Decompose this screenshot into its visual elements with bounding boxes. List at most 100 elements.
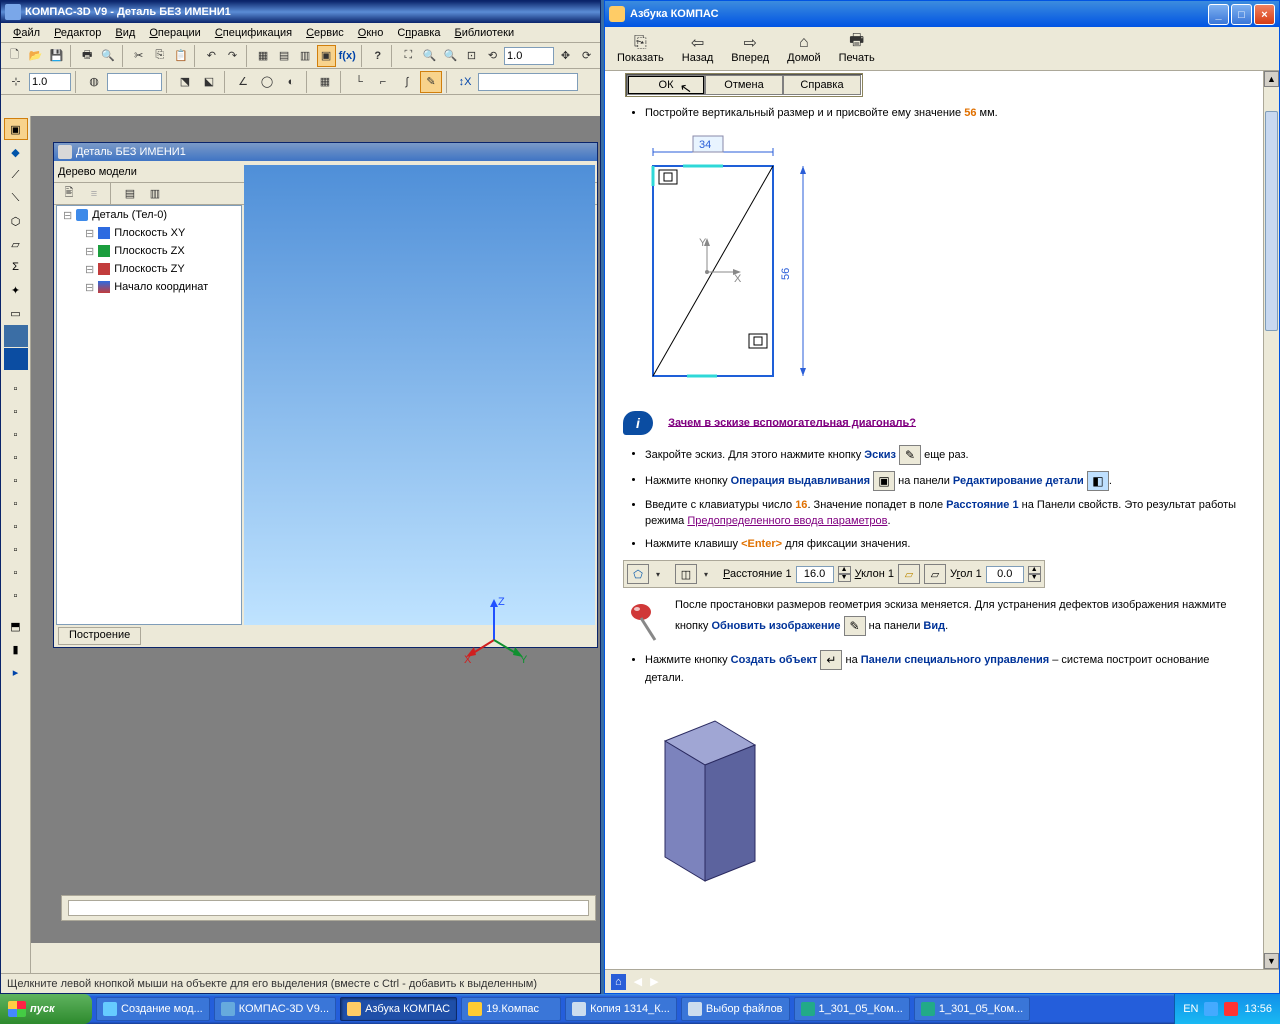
redo-icon[interactable]: ↷ (223, 45, 242, 67)
l-icon[interactable] (4, 348, 28, 370)
dropdown-icon[interactable]: ▾ (653, 570, 663, 579)
scroll-thumb[interactable] (1265, 111, 1278, 331)
tool-icon[interactable]: ▤ (275, 45, 294, 67)
menu-окно[interactable]: Окно (352, 25, 390, 41)
dropdown-icon[interactable]: ▾ (701, 570, 711, 579)
fwd-icon[interactable]: ▶ (650, 975, 658, 988)
l-icon[interactable]: ▫ (4, 447, 28, 469)
taskbar-item[interactable]: КОМПАС-3D V9... (214, 997, 336, 1021)
l-icon[interactable]: ▫ (4, 585, 28, 607)
zoom-fit-icon[interactable]: ⛶ (399, 45, 418, 67)
l-icon[interactable]: ▫ (4, 401, 28, 423)
whatsthis-icon[interactable]: ? (368, 45, 387, 67)
snap-icon[interactable]: ⊹ (5, 71, 27, 93)
grid-icon[interactable]: ▦ (314, 71, 336, 93)
layer-input[interactable] (107, 73, 162, 91)
link-predefined[interactable]: Предопределенного ввода параметров (687, 515, 887, 527)
tree-node[interactable]: ⊟ Плоскость ZX (57, 242, 241, 260)
aux-icon[interactable]: ◐ (280, 71, 302, 93)
menu-редактор[interactable]: Редактор (48, 25, 107, 41)
taskbar-item[interactable]: Копия 1314_К... (565, 997, 677, 1021)
zoom-prev-icon[interactable]: ⟲ (483, 45, 502, 67)
spinner[interactable]: ▲▼ (838, 566, 851, 582)
viewport-3d[interactable]: Z X Y (244, 165, 595, 625)
start-button[interactable]: пуск (0, 994, 92, 1024)
menu-сервис[interactable]: Сервис (300, 25, 350, 41)
cut-icon[interactable]: ✂ (129, 45, 148, 67)
back-icon[interactable]: ◀ (634, 975, 642, 988)
save-icon[interactable]: 💾 (47, 45, 66, 67)
l-icon[interactable]: ▫ (4, 493, 28, 515)
taskbar-item[interactable]: Выбор файлов (681, 997, 790, 1021)
tray-icon[interactable] (1204, 1002, 1218, 1016)
aux-icon[interactable]: ⬕ (198, 71, 220, 93)
copy-icon[interactable]: ⎘ (150, 45, 169, 67)
l-icon[interactable]: ⬡ (4, 210, 28, 232)
ok-button[interactable]: ОК↖ (627, 75, 705, 95)
taskbar-item[interactable]: 19.Компас (461, 997, 561, 1021)
rotate-icon[interactable]: ⟳ (577, 45, 596, 67)
help-печать-button[interactable]: 🖶Печать (839, 34, 875, 64)
l-icon[interactable]: ▱ (4, 233, 28, 255)
pan-icon[interactable]: ✥ (556, 45, 575, 67)
menu-библиотеки[interactable]: Библиотеки (449, 25, 521, 41)
aux-icon[interactable]: └ (348, 71, 370, 93)
spinner[interactable]: ▲▼ (1028, 566, 1041, 582)
step-input[interactable] (29, 73, 71, 91)
cancel-button[interactable]: Отмена (705, 75, 783, 95)
sketch-icon[interactable]: ✎ (420, 71, 442, 93)
info-link[interactable]: Зачем в эскизе вспомогательная диагональ… (668, 416, 916, 428)
angle-input[interactable] (986, 566, 1024, 583)
tool-icon[interactable]: ▥ (296, 45, 315, 67)
l-icon[interactable]: ⬒ (4, 615, 28, 637)
close-button[interactable]: × (1254, 4, 1275, 25)
l-icon[interactable]: ⟋ (4, 164, 28, 186)
l-icon[interactable]: ▭ (4, 302, 28, 324)
coord-input[interactable] (478, 73, 578, 91)
expand-icon[interactable]: ▸ (4, 661, 28, 683)
l-icon[interactable]: ✦ (4, 279, 28, 301)
tree-tool-icon[interactable]: ▤ (119, 183, 141, 205)
tool-icon[interactable]: ▦ (254, 45, 273, 67)
slope2-icon[interactable]: ▱ (924, 564, 946, 584)
l-icon[interactable]: ▫ (4, 424, 28, 446)
fx-icon[interactable]: f(x) (338, 45, 357, 67)
l-icon[interactable]: Σ (4, 256, 28, 278)
l-icon[interactable]: ▫ (4, 516, 28, 538)
l-icon[interactable] (4, 325, 28, 347)
taskbar-item[interactable]: 1_301_05_Ком... (794, 997, 910, 1021)
type-icon[interactable]: ◫ (675, 564, 697, 584)
aux-icon[interactable]: ∫ (396, 71, 418, 93)
aux-icon[interactable]: ⌐ (372, 71, 394, 93)
tree-tool-icon[interactable]: ≡ (83, 183, 105, 205)
scroll-down-icon[interactable]: ▼ (1264, 953, 1279, 969)
zoom-out-icon[interactable]: 🔍 (441, 45, 460, 67)
direction-icon[interactable]: ⬠ (627, 564, 649, 584)
help-button[interactable]: Справка (783, 75, 861, 95)
paste-icon[interactable]: 📋 (171, 45, 190, 67)
l-icon[interactable]: ▮ (4, 638, 28, 660)
help-назад-button[interactable]: ⇦Назад (682, 34, 714, 64)
taskbar-item[interactable]: 1_301_05_Ком... (914, 997, 1030, 1021)
aux-icon[interactable]: ⬔ (174, 71, 196, 93)
lang-indicator[interactable]: EN (1183, 1003, 1198, 1015)
xy-label-icon[interactable]: ↕X (454, 71, 476, 93)
home-icon[interactable]: ⌂ (611, 974, 626, 990)
help-вперед-button[interactable]: ⇨Вперед (731, 34, 769, 64)
help-домой-button[interactable]: ⌂Домой (787, 34, 821, 64)
l-icon[interactable]: ▫ (4, 470, 28, 492)
minimize-button[interactable]: _ (1208, 4, 1229, 25)
new-icon[interactable]: 🗋 (5, 45, 24, 67)
scrollbar[interactable]: ▲ ▼ (1263, 71, 1279, 969)
tool-icon[interactable]: ▣ (317, 45, 336, 67)
taskbar-item[interactable]: Азбука КОМПАС (340, 997, 457, 1021)
help-показать-button[interactable]: ⎘Показать (617, 34, 664, 64)
scroll-up-icon[interactable]: ▲ (1264, 71, 1279, 87)
undo-icon[interactable]: ↶ (202, 45, 221, 67)
aux-icon[interactable]: ∠ (232, 71, 254, 93)
l-icon[interactable]: ◆ (4, 141, 28, 163)
aux-icon[interactable]: ◯ (256, 71, 278, 93)
edit-part-icon[interactable]: ▣ (4, 118, 28, 140)
print-icon[interactable]: 🖶 (78, 45, 97, 67)
maximize-button[interactable]: □ (1231, 4, 1252, 25)
